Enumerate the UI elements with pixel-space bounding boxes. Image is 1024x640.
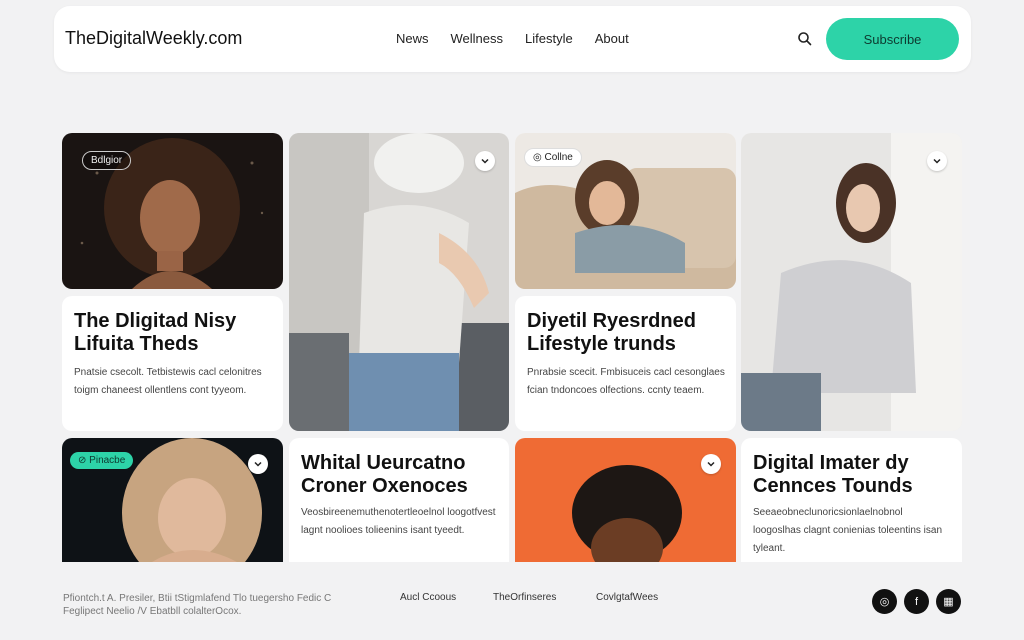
article-card[interactable]: Whital Ueurcatno Croner Oxenoces Veosbir… xyxy=(289,438,509,562)
footer-copyright: Pfiontch.t A. Presiler, Btii tStigmlafen… xyxy=(63,593,332,617)
site-header: TheDigitalWeekly.com News Wellness Lifes… xyxy=(54,6,971,72)
footer-link[interactable]: Aucl Ccoous xyxy=(400,592,456,603)
article-excerpt: Veosbireenemuthenotertleoelnol loogotfve… xyxy=(301,507,496,536)
article-card-photo[interactable]: ◎ Collne xyxy=(515,133,736,289)
article-excerpt: Seeaeobneclunoricsionlaelnobnol loogoslh… xyxy=(753,507,943,554)
nav-news[interactable]: News xyxy=(396,31,429,46)
article-excerpt: Pnrabsie scecit. Fmbisuceis cacl cesongl… xyxy=(527,367,725,396)
nav-about[interactable]: About xyxy=(595,31,629,46)
footer-link[interactable]: TheOrfinseres xyxy=(493,592,556,603)
article-card-photo[interactable]: Bdlgior xyxy=(62,133,283,289)
instagram-icon[interactable]: ◎ xyxy=(872,589,897,614)
card-tag[interactable]: ⊘ Pinacbe xyxy=(70,452,134,469)
chevron-down-icon[interactable] xyxy=(248,454,268,474)
facebook-icon[interactable]: f xyxy=(904,589,929,614)
search-icon[interactable] xyxy=(796,30,814,48)
article-card[interactable]: Digital Imater dy Cennces Tounds Seeaeob… xyxy=(741,438,962,562)
chevron-down-icon[interactable] xyxy=(475,151,495,171)
nav-lifestyle[interactable]: Lifestyle xyxy=(525,31,573,46)
site-logo[interactable]: TheDigitalWeekly.com xyxy=(65,28,242,49)
article-title[interactable]: Whital Ueurcatno Croner Oxenoces xyxy=(301,452,501,498)
article-card-photo[interactable]: ⊘ Pinacbe xyxy=(62,438,283,562)
article-card[interactable]: The Dligitad Nisy Lifuita Theds Pnatsie … xyxy=(62,296,283,431)
chevron-down-icon[interactable] xyxy=(927,151,947,171)
article-title[interactable]: Digital Imater dy Cennces Tounds xyxy=(753,452,953,498)
article-excerpt: Pnatsie csecolt. Tetbistewis cacl celoni… xyxy=(74,367,262,396)
article-title[interactable]: Diyetil Ryesrdned Lifestyle trunds xyxy=(527,310,727,356)
subscribe-button[interactable]: Subscribe xyxy=(826,18,959,60)
card-tag[interactable]: ◎ Collne xyxy=(524,148,582,167)
article-card-photo[interactable] xyxy=(741,133,962,431)
main-nav: News Wellness Lifestyle About xyxy=(396,31,651,46)
nav-wellness[interactable]: Wellness xyxy=(451,31,504,46)
footer-link[interactable]: CovlgtafWees xyxy=(596,592,658,603)
article-card-photo[interactable] xyxy=(289,133,509,431)
chevron-down-icon[interactable] xyxy=(701,454,721,474)
calendar-icon[interactable]: ▦ xyxy=(936,589,961,614)
article-photo xyxy=(741,133,962,431)
article-card-photo[interactable] xyxy=(515,438,736,562)
circle-icon: ◎ xyxy=(533,152,545,163)
article-card[interactable]: Diyetil Ryesrdned Lifestyle trunds Pnrab… xyxy=(515,296,736,431)
article-photo xyxy=(289,133,509,431)
article-title[interactable]: The Dligitad Nisy Lifuita Theds xyxy=(74,310,274,356)
card-tag[interactable]: Bdlgior xyxy=(82,151,132,170)
tag-icon: ⊘ xyxy=(78,455,90,466)
